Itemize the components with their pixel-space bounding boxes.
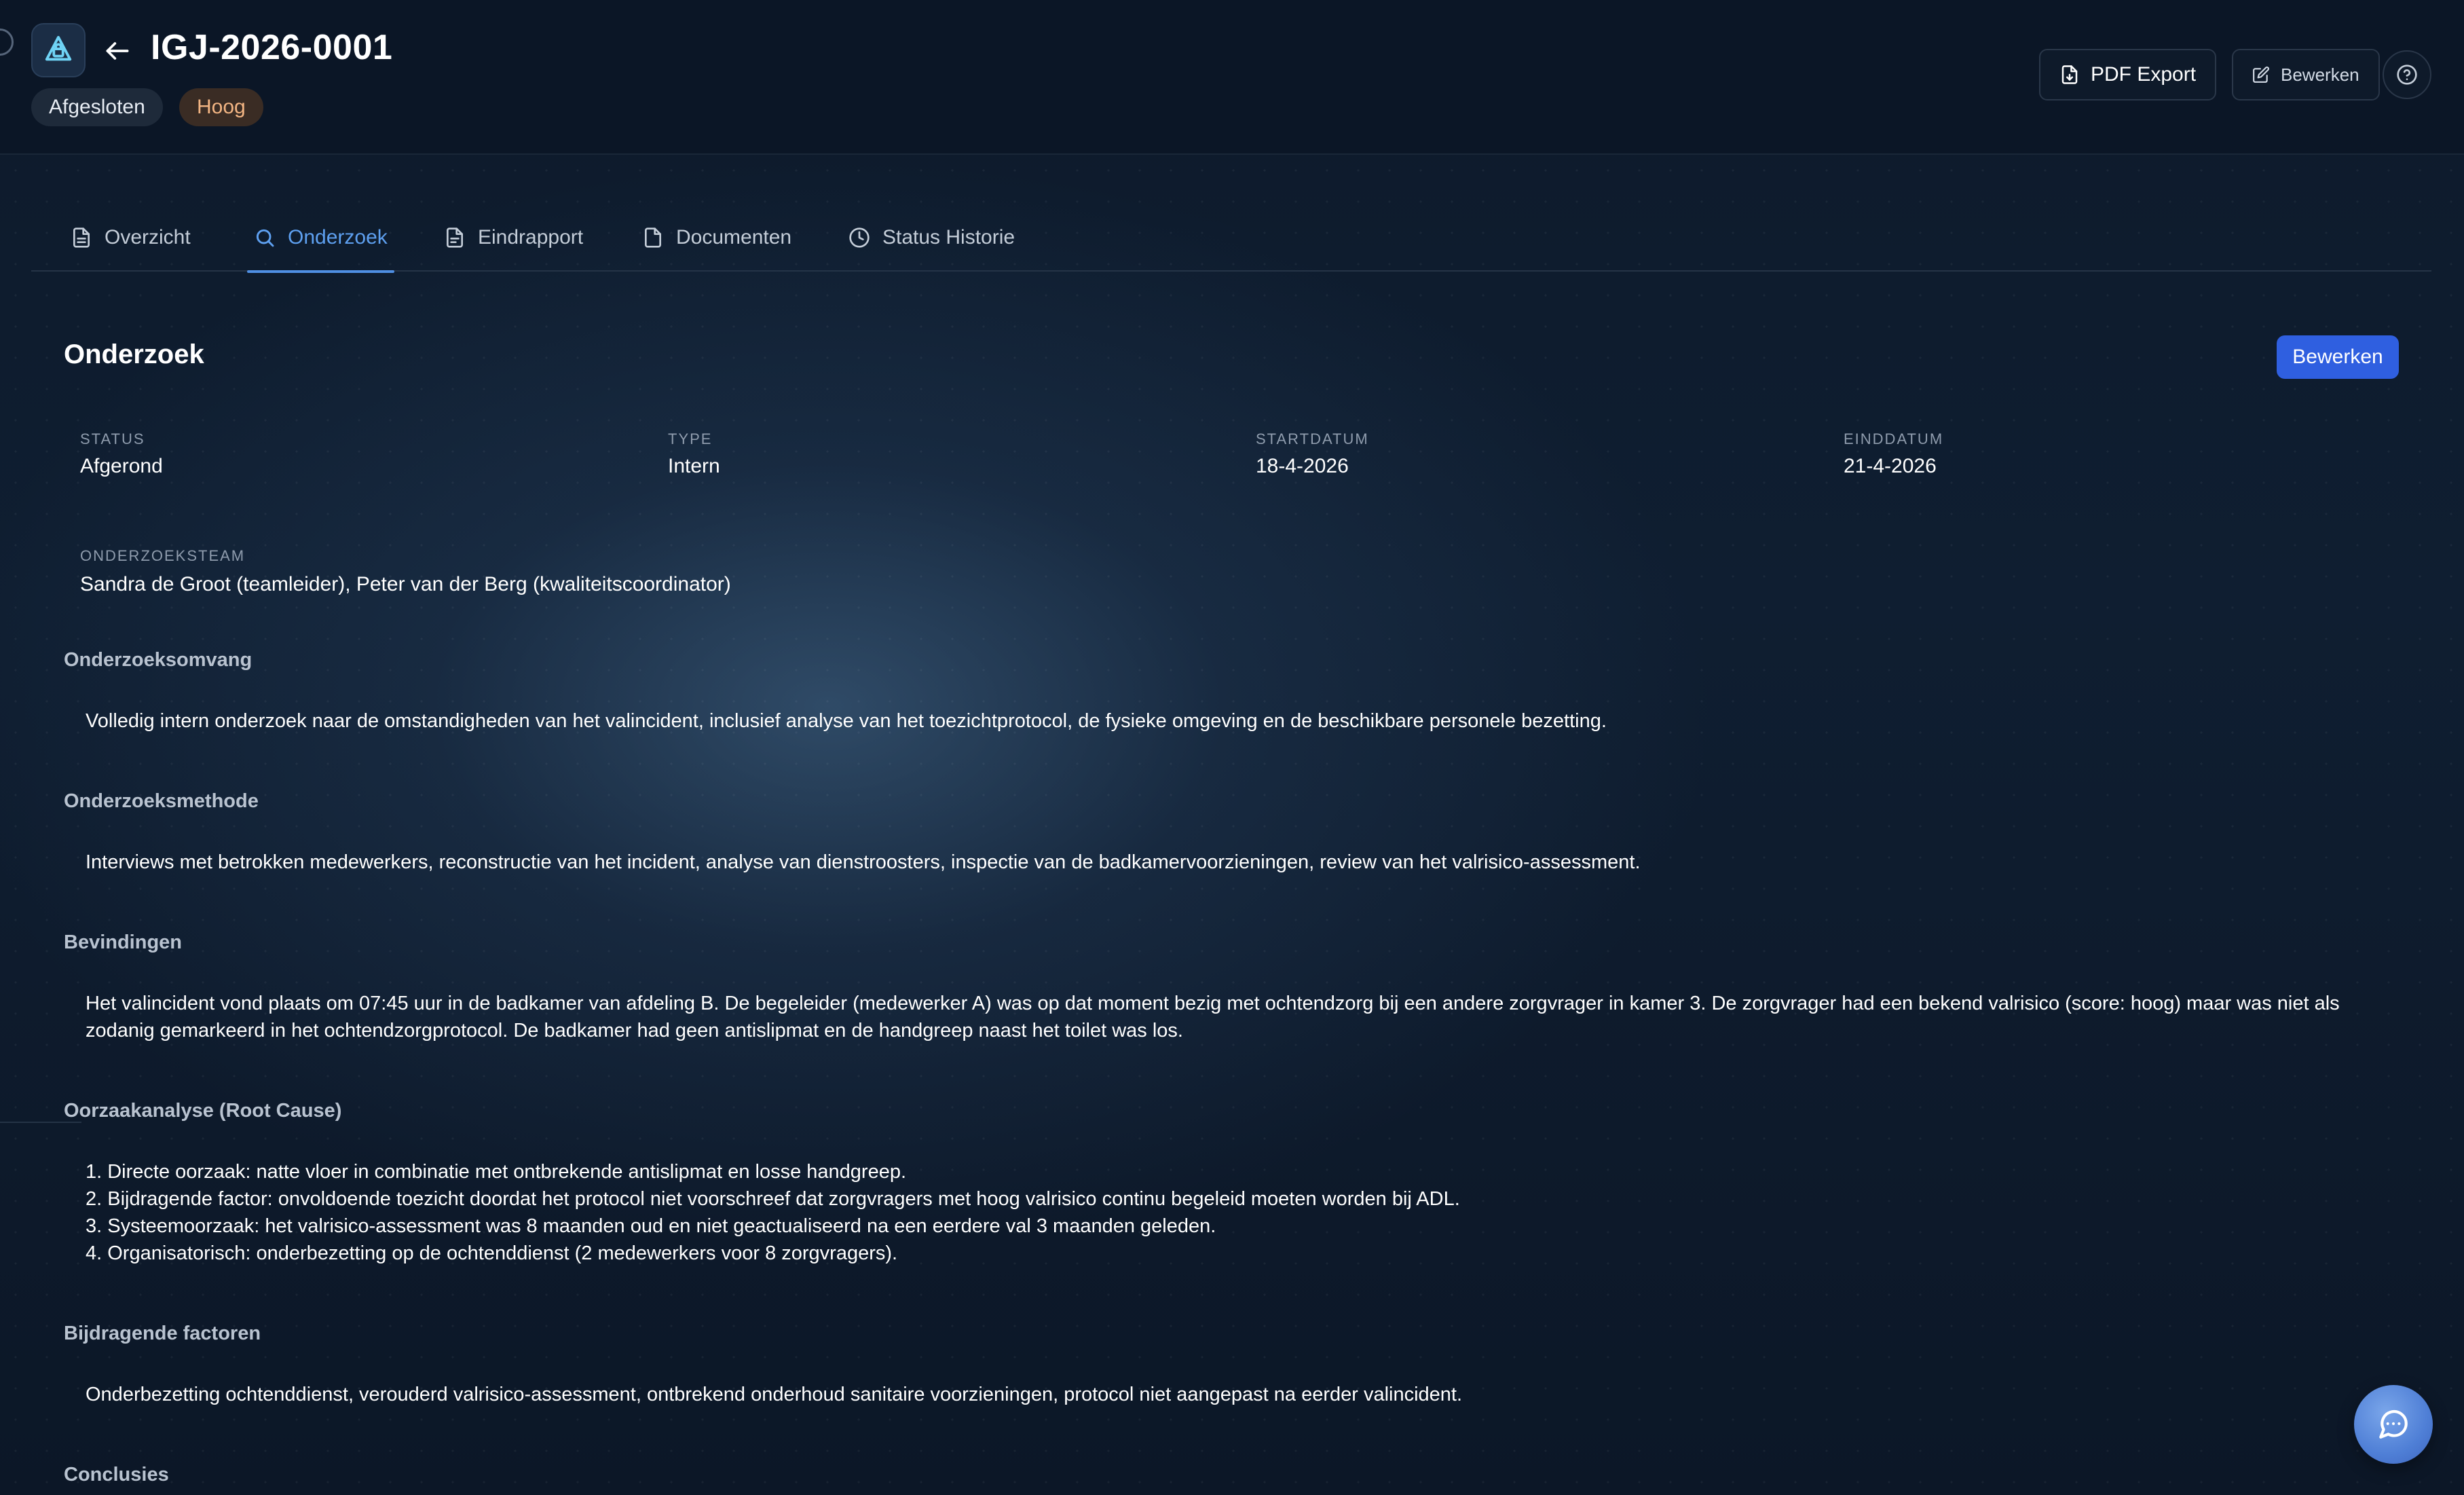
start-date-label: Startdatum [1256,430,1369,447]
list-item: 1. Directe oorzaak: natte vloer in combi… [86,1161,907,1183]
scope-heading: Onderzoeksomvang [64,649,253,671]
edit-icon [2253,67,2269,83]
header-edit-button[interactable]: Bewerken [2232,49,2380,100]
tab-label: Documenten [676,226,792,248]
collapsed-panel-handle[interactable] [0,29,14,56]
back-button[interactable] [100,34,134,68]
help-circle-icon [2397,64,2417,85]
root-cause-heading: Oorzaakanalyse (Root Cause) [64,1100,342,1122]
pdf-export-label: PDF Export [2091,63,2197,86]
pdf-export-button[interactable]: PDF Export [2039,49,2217,100]
tab-label: Onderzoek [288,226,388,248]
chat-bubble-icon [2379,1410,2408,1439]
status-badge: Afgesloten [31,88,163,126]
case-title: IGJ-2026-0001 [151,28,393,67]
tab-label: Status Historie [882,226,1015,248]
tab-eindrapport[interactable]: Eindrapport [444,204,583,272]
tab-label: Overzicht [105,226,191,248]
team-value: Sandra de Groot (teamleider), Peter van … [80,573,731,595]
scope-text: Volledig intern onderzoek naar de omstan… [86,710,1607,732]
tab-status-historie[interactable]: Status Historie [848,204,1015,272]
start-date-value: 18-4-2026 [1256,455,1349,477]
background-pattern [0,155,2464,1495]
tab-documenten[interactable]: Documenten [642,204,791,272]
priority-badge: Hoog [179,88,263,126]
edit-investigation-button[interactable]: Bewerken [2277,335,2399,379]
header-edit-label: Bewerken [2281,64,2359,85]
type-label: Type [668,430,713,447]
status-value: Afgerond [80,455,163,477]
app-logo-button[interactable] [31,23,86,77]
status-label: Status [80,430,145,447]
search-icon [256,229,274,247]
conclusions-heading: Conclusies [64,1464,169,1485]
page-header: IGJ-2026-0001 Afgesloten Hoog PDF Export… [0,0,2464,155]
list-item: 4. Organisatorisch: onderbezetting op de… [86,1242,898,1264]
file-download-icon [2061,65,2078,84]
file-icon [645,227,661,248]
report-icon [447,227,463,248]
list-item: 3. Systeemoorzaak: het valrisico-assessm… [86,1215,1216,1237]
type-value: Intern [668,455,720,477]
investigation-title: Onderzoek [64,339,204,369]
contributing-factors-heading: Bijdragende factoren [64,1323,261,1344]
end-date-label: Einddatum [1844,430,1944,447]
help-button[interactable] [2383,50,2431,99]
root-cause-list: 1. Directe oorzaak: natte vloer in combi… [86,1158,2393,1267]
team-label: Onderzoeksteam [80,547,246,564]
arrow-left-icon [106,42,129,60]
method-text: Interviews met betrokken medewerkers, re… [86,851,1641,873]
tab-overzicht[interactable]: Overzicht [71,204,191,272]
chat-button[interactable] [2354,1385,2433,1464]
findings-text: Het valincident vond plaats om 07:45 uur… [86,993,2340,1041]
findings-heading: Bevindingen [64,931,183,953]
clock-icon [849,227,870,248]
tab-bar: Overzicht Onderzoek Eindrapport Document… [31,204,2431,273]
method-heading: Onderzoeksmethode [64,790,259,812]
tab-onderzoek[interactable]: Onderzoek [247,204,394,273]
document-icon [73,227,90,248]
end-date-value: 21-4-2026 [1844,455,1937,477]
app-logo-icon [45,35,72,61]
tab-label: Eindrapport [478,226,584,248]
contributing-factors-text: Onderbezetting ochtenddienst, verouderd … [86,1384,1463,1405]
list-item: 2. Bijdragende factor: onvoldoende toezi… [86,1188,1460,1210]
